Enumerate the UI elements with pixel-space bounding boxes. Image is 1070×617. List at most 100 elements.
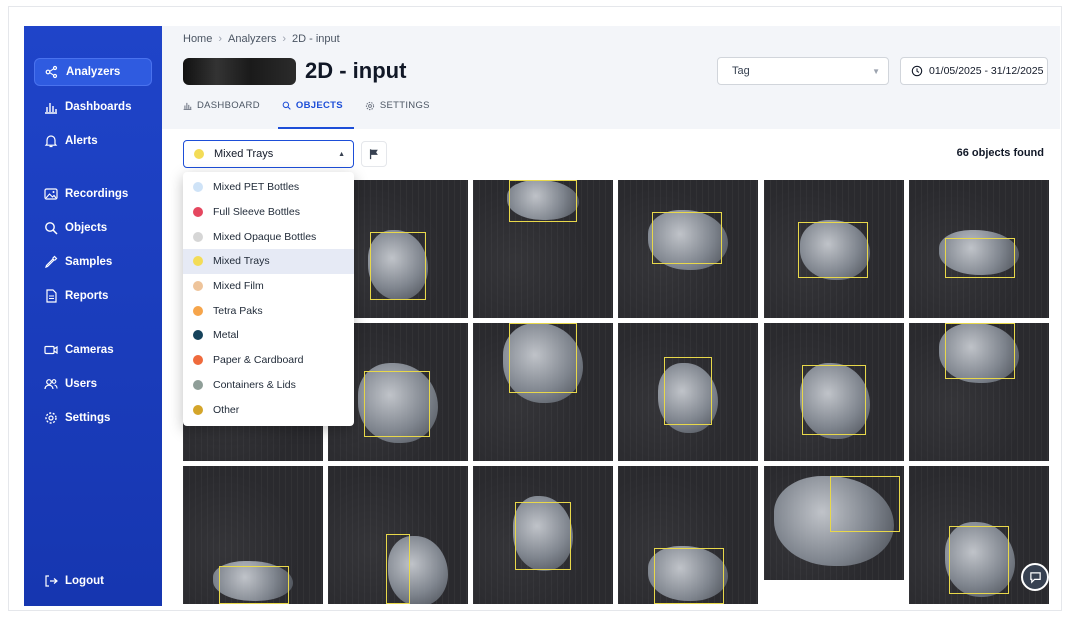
sidebar-item-alerts[interactable]: Alerts xyxy=(34,127,152,155)
sidebar-item-dashboards[interactable]: Dashboards xyxy=(34,93,152,121)
date-range-button[interactable]: 01/05/2025 - 31/12/2025 xyxy=(900,57,1048,85)
detection-bounding-box xyxy=(798,222,868,278)
tab-settings[interactable]: SETTINGS xyxy=(365,100,430,120)
active-tab-indicator xyxy=(278,127,354,129)
dropdown-option[interactable]: Tetra Paks xyxy=(183,298,354,323)
tab-label: SETTINGS xyxy=(379,100,430,111)
object-thumbnail[interactable] xyxy=(764,466,904,580)
object-thumbnail[interactable] xyxy=(473,323,613,461)
breadcrumb-separator: › xyxy=(218,33,223,45)
dropdown-option[interactable]: Metal xyxy=(183,323,354,348)
object-thumbnail[interactable] xyxy=(473,180,613,318)
category-filter-select[interactable]: Mixed Trays ▲ xyxy=(183,140,354,168)
sidebar-item-label: Dashboards xyxy=(65,101,132,113)
sidebar-item-cameras[interactable]: Cameras xyxy=(34,336,152,364)
tab-dashboard[interactable]: DASHBOARD xyxy=(183,100,260,120)
sidebar-item-label: Samples xyxy=(65,256,113,268)
users-icon xyxy=(44,379,58,390)
breadcrumb: Home › Analyzers › 2D - input xyxy=(183,33,340,45)
sidebar-item-recordings[interactable]: Recordings xyxy=(34,180,152,208)
dropdown-option-label: Mixed Opaque Bottles xyxy=(213,230,317,243)
object-thumbnail[interactable] xyxy=(618,323,758,461)
tab-label: OBJECTS xyxy=(295,100,343,111)
dropdown-option[interactable]: Mixed PET Bottles xyxy=(183,175,354,200)
search-icon xyxy=(45,222,58,235)
dropdown-option[interactable]: Containers & Lids xyxy=(183,373,354,398)
detection-bounding-box xyxy=(945,323,1015,379)
dropdown-option-label: Mixed Trays xyxy=(213,255,270,268)
clock-icon xyxy=(911,65,923,77)
sidebar-item-label: Objects xyxy=(65,222,108,234)
category-color-dot xyxy=(193,355,203,366)
category-color-dot xyxy=(193,305,203,316)
object-thumbnail[interactable] xyxy=(909,323,1049,461)
object-thumbnail[interactable] xyxy=(328,466,468,604)
dropdown-option[interactable]: Mixed Opaque Bottles xyxy=(183,224,354,249)
sidebar-item-label: Recordings xyxy=(65,188,129,200)
flag-icon xyxy=(369,149,378,160)
sidebar-item-label: Reports xyxy=(65,290,109,302)
pipette-icon xyxy=(45,255,58,268)
dropdown-option[interactable]: Mixed Film xyxy=(183,274,354,299)
category-dropdown-menu: Mixed PET Bottles Full Sleeve Bottles Mixe… xyxy=(183,172,354,426)
breadcrumb-home[interactable]: Home xyxy=(183,33,212,45)
dropdown-option-label: Metal xyxy=(213,329,239,342)
detection-bounding-box xyxy=(949,526,1009,594)
detection-bounding-box xyxy=(654,548,724,604)
chevron-up-icon: ▲ xyxy=(338,151,345,158)
dropdown-option[interactable]: Full Sleeve Bottles xyxy=(183,200,354,225)
result-count: 66 objects found xyxy=(956,147,1044,159)
category-color-dot xyxy=(193,231,203,242)
category-color-dot xyxy=(194,149,204,159)
sidebar-item-reports[interactable]: Reports xyxy=(34,282,152,310)
sidebar-item-samples[interactable]: Samples xyxy=(34,248,152,276)
dropdown-option[interactable]: Paper & Cardboard xyxy=(183,348,354,373)
logout-button[interactable]: Logout xyxy=(34,567,152,595)
tag-select-value: Tag xyxy=(732,65,750,77)
bell-icon xyxy=(44,135,58,148)
redacted-analyzer-name xyxy=(183,58,296,85)
sidebar: Analyzers Dashboards Alerts Recordings O… xyxy=(24,26,162,606)
sidebar-item-objects[interactable]: Objects xyxy=(34,214,152,242)
image-icon xyxy=(44,188,58,200)
object-thumbnail[interactable] xyxy=(183,466,323,604)
object-thumbnail[interactable] xyxy=(618,466,758,604)
chevron-down-icon: ▼ xyxy=(872,67,880,76)
category-color-dot xyxy=(193,256,203,267)
category-color-dot xyxy=(193,404,203,415)
breadcrumb-current: 2D - input xyxy=(291,33,340,45)
search-icon xyxy=(282,101,291,110)
object-thumbnail[interactable] xyxy=(909,180,1049,318)
date-range-value: 01/05/2025 - 31/12/2025 xyxy=(929,65,1044,77)
detection-bounding-box xyxy=(802,365,866,435)
detection-bounding-box xyxy=(652,212,722,264)
dropdown-option-label: Paper & Cardboard xyxy=(213,354,304,367)
sidebar-item-analyzers[interactable]: Analyzers xyxy=(34,58,152,86)
sidebar-item-settings[interactable]: Settings xyxy=(34,404,152,432)
document-icon xyxy=(46,289,57,303)
dropdown-option[interactable]: Other xyxy=(183,397,354,422)
sidebar-item-label: Analyzers xyxy=(66,66,121,78)
flag-button[interactable] xyxy=(361,141,387,167)
detection-bounding-box xyxy=(664,357,712,425)
camera-icon xyxy=(44,345,58,355)
detection-bounding-box xyxy=(509,323,577,393)
object-thumbnail[interactable] xyxy=(618,180,758,318)
object-thumbnail[interactable] xyxy=(473,466,613,604)
tag-select[interactable]: Tag ▼ xyxy=(717,57,889,85)
breadcrumb-separator: › xyxy=(282,33,286,45)
analyzers-icon xyxy=(45,65,58,79)
detection-bounding-box xyxy=(386,534,410,604)
object-thumbnail[interactable] xyxy=(764,323,904,461)
tab-objects[interactable]: OBJECTS xyxy=(282,100,343,120)
sidebar-item-label: Settings xyxy=(65,412,111,424)
breadcrumb-analyzers[interactable]: Analyzers xyxy=(228,33,276,45)
sidebar-item-label: Users xyxy=(65,378,97,390)
sidebar-item-users[interactable]: Users xyxy=(34,370,152,398)
chat-button[interactable] xyxy=(1021,563,1049,591)
dropdown-option[interactable]: Mixed Trays xyxy=(183,249,354,274)
sidebar-item-label: Alerts xyxy=(65,135,98,147)
object-thumbnail[interactable] xyxy=(764,180,904,318)
detection-bounding-box xyxy=(509,180,577,222)
detection-bounding-box xyxy=(364,371,430,437)
